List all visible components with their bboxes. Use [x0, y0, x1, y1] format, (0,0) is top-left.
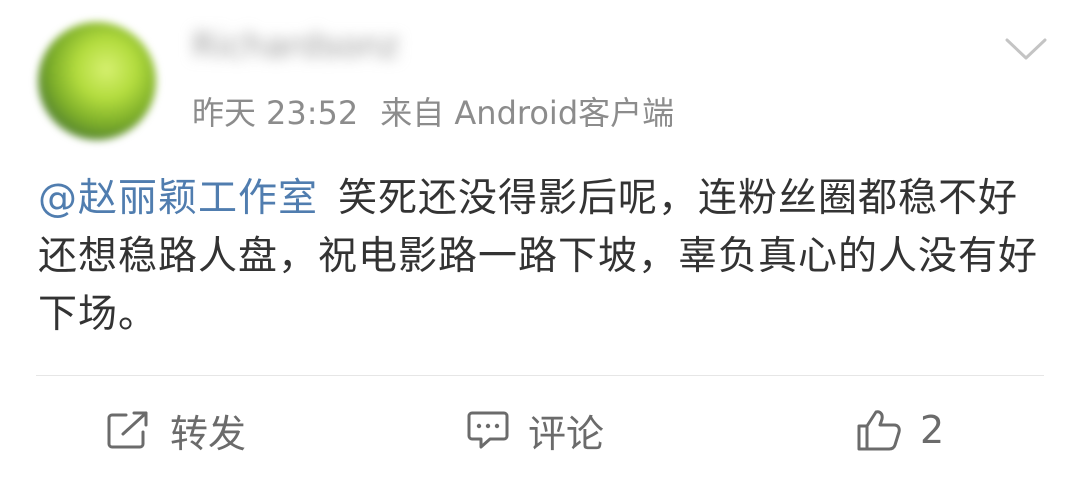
chevron-down-icon[interactable] [1004, 34, 1048, 64]
mention-link[interactable]: @赵丽颖工作室 [38, 176, 318, 221]
post-time: 23:52 [266, 94, 359, 132]
comment-label: 评论 [528, 411, 605, 456]
repost-button[interactable]: 转发 [106, 405, 247, 456]
like-button[interactable]: 2 [856, 405, 944, 455]
avatar[interactable] [38, 22, 156, 140]
share-out-icon [107, 411, 148, 449]
post-source: 来自 Android客户端 [380, 94, 675, 132]
post-meta: 昨天 23:52 来自 Android客户端 [192, 88, 674, 134]
action-bar: 转发 评论 2 [0, 376, 1080, 480]
post-content: @赵丽颖工作室 笑死还没得影后呢，连粉丝圈都稳不好还想稳路人盘，祝电影路一路下坡，… [38, 170, 1048, 344]
weibo-post: Richardsonz 昨天 23:52 来自 Android客户端 @赵丽颖工作室… [0, 0, 1080, 480]
username[interactable]: Richardsonz [192, 26, 399, 66]
comment-bubble-icon [467, 411, 509, 449]
comment-button[interactable]: 评论 [466, 405, 605, 456]
post-date: 昨天 [192, 94, 257, 132]
thumbs-up-icon [857, 410, 901, 451]
repost-label: 转发 [170, 411, 247, 456]
like-count: 2 [920, 408, 945, 452]
